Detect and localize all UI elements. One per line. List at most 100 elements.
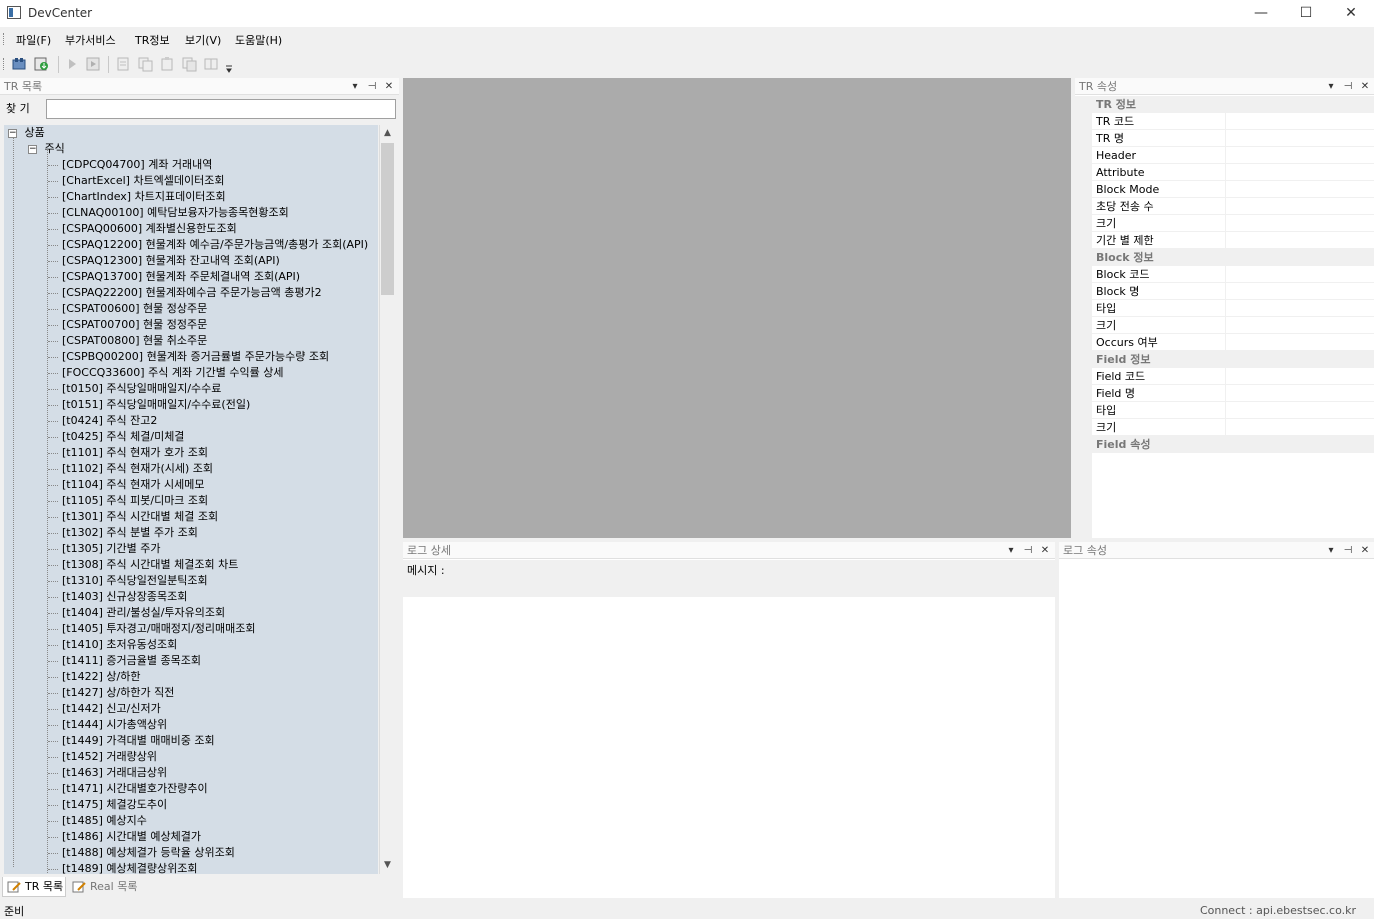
tree-item[interactable]: [ChartExcel] 차트엑셀데이터조회: [62, 173, 225, 189]
close-icon[interactable]: ✕: [1358, 542, 1372, 559]
tree-item[interactable]: [t1105] 주식 피봇/디마크 조회: [62, 493, 208, 509]
property-value[interactable]: [1225, 317, 1374, 333]
tree-item[interactable]: [t1411] 증거금율별 종목조회: [62, 653, 201, 669]
tree-item[interactable]: [CSPAT00700] 현물 정정주문: [62, 317, 207, 333]
tree-item[interactable]: [CSPAT00800] 현물 취소주문: [62, 333, 207, 349]
property-row[interactable]: 크기: [1092, 317, 1374, 334]
property-row[interactable]: Field 코드: [1092, 368, 1374, 385]
tree-item[interactable]: [t1104] 주식 현재가 시세메모: [62, 477, 204, 493]
tree-item[interactable]: [t1427] 상/하한가 직전: [62, 685, 174, 701]
minimize-button[interactable]: —: [1238, 0, 1284, 27]
property-row[interactable]: TR 명: [1092, 130, 1374, 147]
tree-item[interactable]: [t1422] 상/하한: [62, 669, 140, 685]
tree-item[interactable]: [t1101] 주식 현재가 호가 조회: [62, 445, 208, 461]
property-row[interactable]: TR 코드: [1092, 113, 1374, 130]
property-value[interactable]: [1225, 232, 1374, 248]
tree-item[interactable]: [t1305] 기간별 주가: [62, 541, 160, 557]
property-row[interactable]: Field 명: [1092, 385, 1374, 402]
property-value[interactable]: [1225, 334, 1374, 350]
tree-item[interactable]: [CDPCQ04700] 계좌 거래내역: [62, 157, 212, 173]
tree-item[interactable]: [t1485] 예상지수: [62, 813, 147, 829]
dropdown-icon[interactable]: ▾: [1324, 78, 1338, 95]
close-icon[interactable]: ✕: [382, 78, 396, 95]
property-row[interactable]: Block 코드: [1092, 266, 1374, 283]
property-value[interactable]: [1225, 385, 1374, 401]
dropdown-icon[interactable]: ▾: [1004, 542, 1018, 559]
tree-item[interactable]: [t1301] 주식 시간대별 체결 조회: [62, 509, 218, 525]
property-value[interactable]: [1225, 181, 1374, 197]
tree-item[interactable]: [t1489] 예상체결량상위조회: [62, 861, 197, 874]
pin-icon[interactable]: ⊣: [1341, 542, 1355, 559]
tree-item[interactable]: [t1405] 투자경고/매매정지/정리매매조회: [62, 621, 255, 637]
tree-item[interactable]: [CLNAQ00100] 예탁담보융자가능종목현황조회: [62, 205, 289, 221]
menu-view[interactable]: 보기(V): [185, 32, 221, 48]
tab-tr-list[interactable]: TR 목록: [2, 877, 66, 897]
pin-icon[interactable]: ⊣: [1341, 78, 1355, 95]
paste-icon[interactable]: [159, 56, 176, 72]
duplicate-icon[interactable]: [181, 56, 198, 72]
download-icon[interactable]: [33, 56, 50, 72]
tree-item[interactable]: [CSPAQ22200] 현물계좌예수금 주문가능금액 총평가2: [62, 285, 322, 301]
menu-help[interactable]: 도움말(H): [235, 32, 282, 48]
property-row[interactable]: 크기: [1092, 215, 1374, 232]
property-value[interactable]: [1225, 266, 1374, 282]
tree-item[interactable]: [t1302] 주식 분별 주가 조회: [62, 525, 198, 541]
tree-item[interactable]: [t1308] 주식 시간대별 체결조회 차트: [62, 557, 238, 573]
property-row[interactable]: 크기: [1092, 419, 1374, 436]
tree-item[interactable]: [t1444] 시가총액상위: [62, 717, 167, 733]
property-row[interactable]: Occurs 여부: [1092, 334, 1374, 351]
close-icon[interactable]: ✕: [1038, 542, 1052, 559]
property-value[interactable]: [1225, 402, 1374, 418]
property-value[interactable]: [1225, 147, 1374, 163]
pin-icon[interactable]: ⊣: [365, 78, 379, 95]
property-row[interactable]: Header: [1092, 147, 1374, 164]
collapse-icon[interactable]: −: [28, 144, 37, 154]
tr-tree[interactable]: − 상품 − 주식 [CDPCQ04700] 계좌 거래내역 [ChartExce…: [4, 125, 378, 874]
tree-item[interactable]: [CSPAT00600] 현물 정상주문: [62, 301, 207, 317]
property-row[interactable]: Attribute: [1092, 164, 1374, 181]
run-icon[interactable]: [64, 56, 81, 72]
tree-item[interactable]: [t1102] 주식 현재가(시세) 조회: [62, 461, 213, 477]
close-icon[interactable]: ✕: [1358, 78, 1372, 95]
tree-item[interactable]: [FOCCQ33600] 주식 계좌 기간별 수익률 상세: [62, 365, 284, 381]
tree-item[interactable]: [t1471] 시간대별호가잔량추이: [62, 781, 208, 797]
property-value[interactable]: [1225, 164, 1374, 180]
tree-item[interactable]: [CSPAQ00600] 계좌별신용한도조회: [62, 221, 237, 237]
property-value[interactable]: [1225, 113, 1374, 129]
maximize-button[interactable]: ☐: [1283, 0, 1329, 27]
tree-item[interactable]: [t0151] 주식당일매매일지/수수료(전일): [62, 397, 250, 413]
menu-file[interactable]: 파일(F): [16, 32, 51, 48]
find-icon[interactable]: [11, 56, 28, 72]
tree-item[interactable]: [t1486] 시간대별 예상체결가: [62, 829, 201, 845]
tree-item[interactable]: [t1404] 관리/불성실/투자유의조회: [62, 605, 225, 621]
menu-addon[interactable]: 부가서비스: [65, 32, 116, 48]
step-icon[interactable]: [85, 56, 102, 72]
tree-item[interactable]: [t1410] 초저유동성조회: [62, 637, 177, 653]
scroll-thumb[interactable]: [381, 143, 394, 295]
tree-item[interactable]: [t0150] 주식당일매매일지/수수료: [62, 381, 221, 397]
property-row[interactable]: 타입: [1092, 402, 1374, 419]
dropdown-icon[interactable]: ▾: [1324, 542, 1338, 559]
tree-item[interactable]: [CSPAQ13700] 현물계좌 주문체결내역 조회(API): [62, 269, 300, 285]
tree-item[interactable]: [t1488] 예상체결가 등락율 상위조회: [62, 845, 235, 861]
search-input[interactable]: [46, 99, 396, 119]
property-value[interactable]: [1225, 283, 1374, 299]
tree-item[interactable]: [t1310] 주식당일전일분틱조회: [62, 573, 208, 589]
property-value[interactable]: [1225, 419, 1374, 435]
property-row[interactable]: 타입: [1092, 300, 1374, 317]
tree-item[interactable]: [CSPBQ00200] 현물계좌 증거금률별 주문가능수량 조회: [62, 349, 329, 365]
menu-tr-info[interactable]: TR정보: [135, 32, 170, 48]
tree-item[interactable]: [t1449] 가격대별 매매비중 조회: [62, 733, 215, 749]
property-value[interactable]: [1225, 130, 1374, 146]
toolbar-overflow-icon[interactable]: [224, 62, 234, 78]
property-row[interactable]: Block 명: [1092, 283, 1374, 300]
tree-item[interactable]: [t0425] 주식 체결/미체결: [62, 429, 184, 445]
property-value[interactable]: [1225, 368, 1374, 384]
property-value[interactable]: [1225, 215, 1374, 231]
scroll-down-icon[interactable]: ▼: [379, 857, 396, 874]
tree-item[interactable]: [t1463] 거래대금상위: [62, 765, 167, 781]
property-row[interactable]: Block Mode: [1092, 181, 1374, 198]
tree-item[interactable]: [t1475] 체결강도추이: [62, 797, 167, 813]
tree-item[interactable]: [CSPAQ12300] 현물계좌 잔고내역 조회(API): [62, 253, 280, 269]
property-value[interactable]: [1225, 300, 1374, 316]
